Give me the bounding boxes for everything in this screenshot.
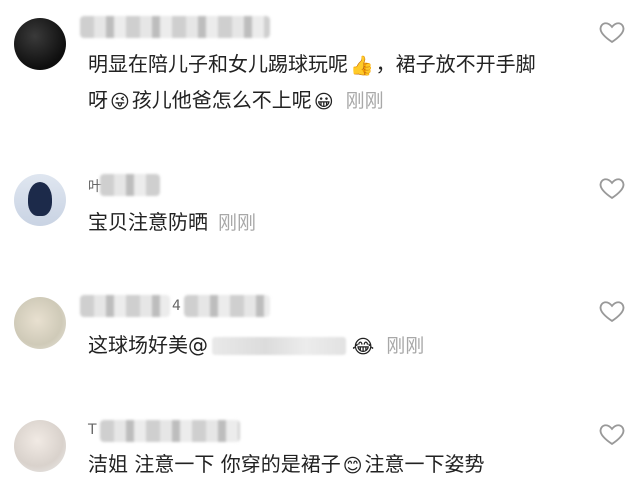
username-fragment[interactable]: 4 bbox=[172, 298, 181, 314]
tears-of-joy-emoji: 😂 bbox=[352, 336, 375, 358]
comment-item: T 洁姐 注意一下 你穿的是裙子 😊 注意一下姿势 bbox=[0, 410, 640, 477]
comment-item: 明显在陪儿子和女儿踢球玩呢 👍 ，裙子放不开手脚 呀 😜 孩儿他爸怎么不上呢 😀 刚刚 bbox=[0, 0, 640, 150]
comment-text: 洁姐 注意一下 你穿的是裙子 😊 注意一下姿势 bbox=[88, 446, 485, 484]
username-redacted[interactable] bbox=[80, 16, 270, 38]
comment-time: 刚刚 bbox=[386, 335, 425, 357]
comment-text-part: 明显在陪儿子和女儿踢球玩呢 bbox=[88, 52, 348, 76]
username-redacted[interactable] bbox=[100, 420, 240, 442]
comment-text: 宝贝注意防晒 刚刚 bbox=[88, 204, 256, 241]
comment-text: 明显在陪儿子和女儿踢球玩呢 👍 ，裙子放不开手脚 bbox=[88, 46, 536, 84]
comment-item: 4 这球场好美@ 😂 刚刚 bbox=[0, 283, 640, 403]
comment-text-part: 呀 bbox=[88, 88, 108, 112]
comment-time: 刚刚 bbox=[218, 212, 257, 234]
heart-outline-icon[interactable] bbox=[598, 297, 626, 325]
comment-text-part: 注意一下姿势 bbox=[364, 452, 485, 476]
comment-item: 叶 宝贝注意防晒 刚刚 bbox=[0, 160, 640, 270]
heart-outline-icon[interactable] bbox=[598, 18, 626, 46]
username-redacted[interactable] bbox=[184, 295, 270, 317]
winking-tongue-emoji: 😜 bbox=[110, 91, 130, 113]
comment-text: 呀 😜 孩儿他爸怎么不上呢 😀 刚刚 bbox=[88, 82, 384, 120]
comment-text: 这球场好美@ 😂 刚刚 bbox=[88, 327, 424, 365]
mention-redacted[interactable] bbox=[212, 337, 346, 355]
comment-time: 刚刚 bbox=[345, 90, 384, 112]
avatar[interactable] bbox=[14, 297, 66, 349]
avatar[interactable] bbox=[14, 174, 66, 226]
heart-outline-icon[interactable] bbox=[598, 174, 626, 202]
comment-text-part: 这球场好美@ bbox=[88, 333, 208, 357]
comment-text-part: ，裙子放不开手脚 bbox=[375, 52, 536, 76]
smiling-emoji: 😊 bbox=[342, 455, 363, 477]
comment-text-part: 孩儿他爸怎么不上呢 bbox=[131, 88, 312, 112]
username-redacted[interactable] bbox=[80, 295, 170, 317]
username-initial[interactable]: T bbox=[88, 422, 97, 438]
avatar[interactable] bbox=[14, 18, 66, 70]
avatar[interactable] bbox=[14, 420, 66, 472]
thumbs-up-emoji: 👍 bbox=[350, 55, 374, 77]
heart-outline-icon[interactable] bbox=[598, 420, 626, 448]
grinning-emoji: 😀 bbox=[313, 91, 334, 113]
comment-text-part: 宝贝注意防晒 bbox=[88, 210, 208, 234]
username-redacted[interactable] bbox=[100, 174, 160, 196]
comment-text-part: 洁姐 注意一下 你穿的是裙子 bbox=[88, 452, 341, 476]
